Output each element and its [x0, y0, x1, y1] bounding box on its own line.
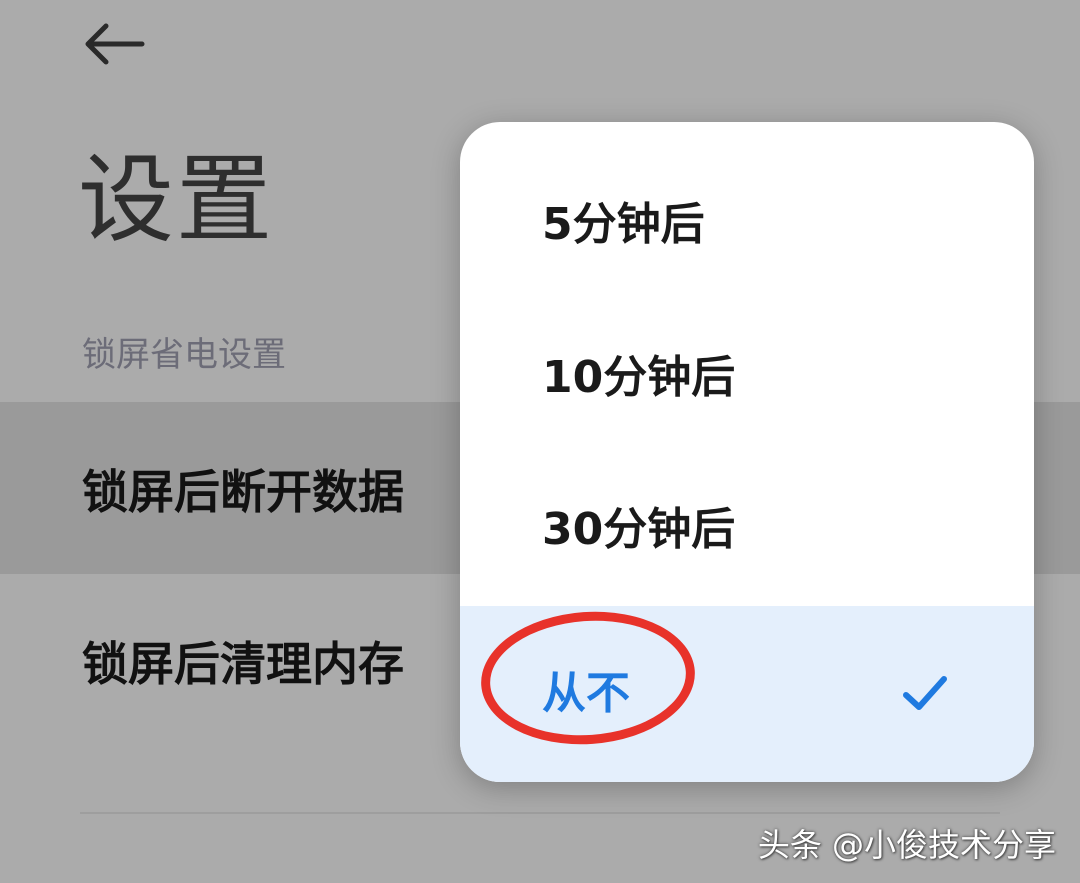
- checkmark-icon: [903, 676, 947, 710]
- watermark: 头条 @小俊技术分享: [757, 826, 1056, 864]
- option-label: 5分钟后: [542, 199, 705, 250]
- arrow-left-icon: [85, 23, 145, 65]
- section-header: 锁屏省电设置: [82, 335, 286, 375]
- option-10-minutes[interactable]: 10分钟后: [460, 302, 1034, 454]
- page-title: 设置: [78, 144, 274, 256]
- setting-label: 锁屏后清理内存: [82, 637, 404, 691]
- option-label: 30分钟后: [542, 504, 736, 555]
- option-5-minutes[interactable]: 5分钟后: [460, 149, 1034, 301]
- divider: [80, 812, 1000, 814]
- settings-screen: 设置 锁屏省电设置 锁屏后断开数据 锁屏后清理内存 头条 @小俊技术分享 5分钟…: [0, 0, 1080, 883]
- back-button[interactable]: [74, 16, 154, 72]
- option-30-minutes[interactable]: 30分钟后: [460, 454, 1034, 606]
- option-label: 10分钟后: [542, 352, 736, 403]
- setting-label: 锁屏后断开数据: [82, 465, 404, 519]
